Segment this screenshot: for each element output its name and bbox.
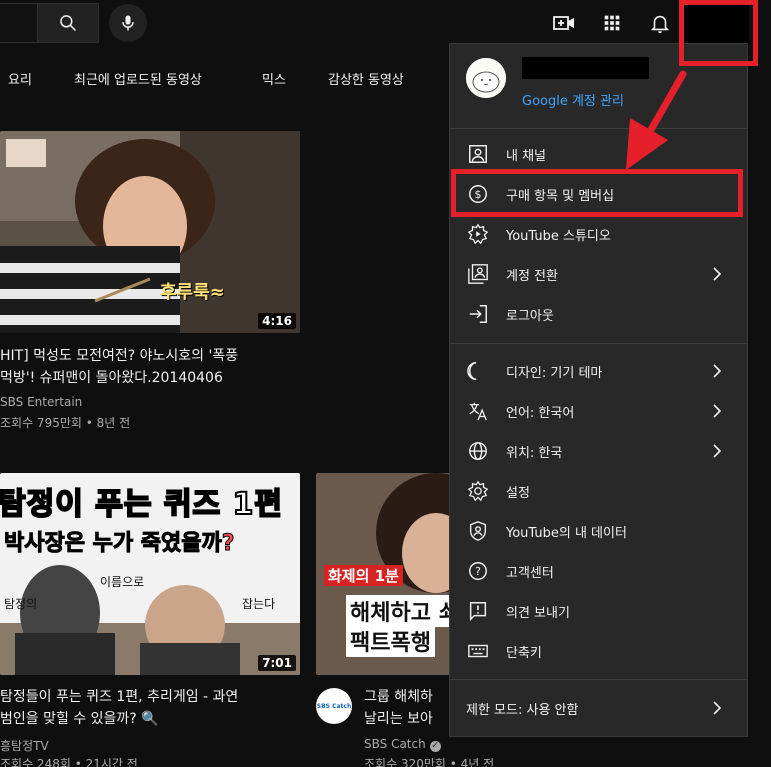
annotation-highlight-avatar [679, 0, 758, 66]
video-duration: 7:01 [258, 655, 296, 671]
video-stats-3: 조회수 320만회 • 4년 전 [364, 757, 495, 767]
keyboard-icon [466, 639, 490, 663]
menu-item-appearance[interactable]: 디자인: 기기 테마 [450, 351, 747, 391]
chip-recently-uploaded[interactable]: 최근에 업로드된 동영상 [74, 69, 202, 88]
thumbnail-small-text: 이름으로 [100, 575, 145, 589]
voice-search-button[interactable] [109, 4, 147, 42]
notifications-button[interactable] [647, 10, 673, 36]
video-title-1-line2[interactable]: 먹방'! 슈퍼맨이 돌아왔다.20140406 [0, 367, 223, 389]
globe-icon [466, 439, 490, 463]
thumbnail-caption: 후루룩≈ [160, 282, 225, 303]
switch-account-icon [466, 262, 490, 286]
chevron-right-icon [713, 444, 722, 458]
menu-item-keyboard-shortcuts[interactable]: 단축키 [450, 631, 747, 671]
top-bar [0, 0, 771, 60]
help-icon: ? [466, 559, 490, 583]
video-title-3-line1[interactable]: 그룹 해체하 [364, 686, 433, 708]
svg-text:?: ? [475, 565, 481, 578]
video-title-2-line1[interactable]: 탐정들이 푸는 퀴즈 1편, 추리게임 - 과연 [0, 686, 238, 708]
person-box-icon [466, 142, 490, 166]
menu-item-language[interactable]: 언어: 한국어 [450, 391, 747, 431]
menu-item-sign-out[interactable]: 로그아웃 [450, 294, 747, 334]
microphone-icon [122, 15, 134, 31]
video-duration: 4:16 [258, 313, 296, 329]
menu-item-label: 고객센터 [506, 566, 554, 581]
chip-watched[interactable]: 감상한 동영상 [328, 69, 404, 88]
video-stats-2: 조회수 248회 • 21시간 전 [0, 757, 138, 767]
menu-item-label: 내 채널 [506, 149, 547, 164]
account-name-redacted [522, 57, 649, 79]
video-title-3-line2[interactable]: 날리는 보아 [364, 708, 433, 730]
thumbnail-headline: 탐정이 푸는 퀴즈 1편 [0, 486, 284, 523]
shield-person-icon [466, 519, 490, 543]
menu-item-help[interactable]: ? 고객센터 [450, 551, 747, 591]
chevron-right-icon [713, 701, 722, 715]
search-input[interactable] [0, 3, 38, 43]
menu-divider [450, 679, 747, 680]
chip-mixes[interactable]: 믹스 [262, 69, 286, 88]
chevron-right-icon [713, 404, 722, 418]
menu-item-label: 디자인: 기기 테마 [506, 366, 603, 381]
manage-google-account-link[interactable]: Google 계정 관리 [522, 90, 624, 109]
menu-item-settings[interactable]: 설정 [450, 471, 747, 511]
menu-item-label: 단축키 [506, 646, 542, 661]
video-stats-1: 조회수 795만회 • 8년 전 [0, 416, 131, 430]
chip-cooking[interactable]: 요리 [8, 69, 32, 88]
menu-item-send-feedback[interactable]: 의견 보내기 [450, 591, 747, 631]
menu-item-location[interactable]: 위치: 한국 [450, 431, 747, 471]
video-thumbnail-2[interactable]: 탐정이 푸는 퀴즈 1편 박사장은 누가 죽였을까? 이름으로 탐정의 잡는다 … [0, 473, 300, 675]
menu-divider [450, 343, 747, 344]
menu-item-my-channel[interactable]: 내 채널 [450, 134, 747, 174]
gear-icon [466, 479, 490, 503]
menu-item-label: 설정 [506, 486, 530, 501]
menu-item-label: YouTube의 내 데이터 [506, 526, 627, 541]
thumbnail-headline: 해체하고 쇠 [346, 595, 463, 627]
menu-item-label: 언어: 한국어 [506, 406, 575, 421]
chevron-right-icon [713, 267, 722, 281]
verified-icon: ✓ [429, 741, 441, 752]
create-video-button[interactable] [551, 10, 577, 36]
search-button[interactable] [37, 3, 99, 43]
video-title-2-line2[interactable]: 범인을 맞힐 수 있을까? 🔍 [0, 708, 159, 730]
thumbnail-small-text: 탐정의 [4, 597, 38, 611]
video-channel-3[interactable]: SBS Catch ✓ [364, 737, 441, 752]
channel-avatar-3[interactable]: SBS Catch [316, 688, 352, 724]
thumbnail-tag: 화제의 1분 [324, 565, 403, 586]
menu-item-label: 로그아웃 [506, 309, 554, 324]
chevron-right-icon [713, 364, 722, 378]
menu-item-label: 위치: 한국 [506, 446, 563, 461]
channel-avatar-text: SBS Catch [316, 702, 352, 710]
studio-gear-icon [466, 222, 490, 246]
feedback-icon [466, 599, 490, 623]
translate-icon [466, 399, 490, 423]
menu-item-label: 계정 전환 [506, 269, 558, 284]
moon-icon [466, 359, 490, 383]
video-channel-1[interactable]: SBS Entertain [0, 395, 82, 409]
video-thumbnail-1[interactable]: 후루룩≈ 4:16 [0, 131, 300, 333]
thumbnail-subheadline: 박사장은 누가 죽였을까? [4, 531, 235, 557]
search-icon [60, 15, 77, 32]
menu-item-label: 의견 보내기 [506, 606, 570, 621]
menu-item-switch-account[interactable]: 계정 전환 [450, 254, 747, 294]
thumbnail-small-text: 잡는다 [242, 597, 276, 611]
menu-item-label: YouTube 스튜디오 [506, 229, 611, 244]
account-avatar [466, 58, 506, 98]
annotation-highlight-purchases [451, 169, 743, 217]
apps-grid-icon [604, 15, 620, 31]
video-add-icon [553, 16, 574, 30]
apps-button[interactable] [599, 10, 625, 36]
menu-item-your-data[interactable]: YouTube의 내 데이터 [450, 511, 747, 551]
menu-item-youtube-studio[interactable]: YouTube 스튜디오 [450, 214, 747, 254]
video-title-1-line1[interactable]: HIT] 먹성도 모전여전? 야노시호의 '폭풍 [0, 345, 238, 367]
menu-item-restricted-mode[interactable]: 제한 모드: 사용 안함 [450, 688, 747, 728]
bell-icon [650, 15, 670, 34]
thumbnail-subheadline: 팩트폭행 [346, 625, 435, 657]
sign-out-icon [466, 302, 490, 326]
menu-item-label: 제한 모드: 사용 안함 [466, 703, 579, 718]
thumbnail-image [0, 131, 300, 333]
account-menu: Google 계정 관리 내 채널 $ 구매 항목 및 멤버십 YouTube … [449, 43, 748, 737]
video-channel-2[interactable]: 흥탐정TV [0, 737, 49, 754]
